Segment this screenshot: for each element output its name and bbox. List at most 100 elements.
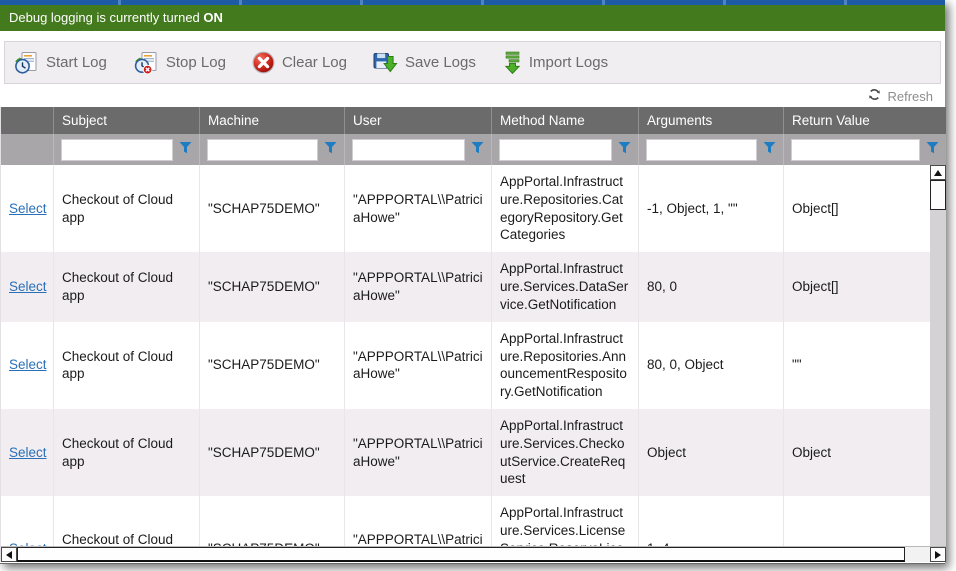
vertical-scrollbar[interactable]: [930, 165, 946, 546]
select-link[interactable]: Select: [9, 444, 47, 462]
user-cell: "APPPORTAL\\PatriciaHowe": [345, 322, 492, 409]
method-name-cell: AppPortal.Infrastructure.Repositories.Ca…: [492, 165, 639, 252]
save-logs-icon: [373, 51, 398, 74]
scroll-left-arrow-icon: [6, 551, 12, 559]
clear-log-button[interactable]: Clear Log: [252, 51, 347, 74]
horizontal-scroll-thumb[interactable]: [17, 547, 905, 562]
filter-funnel-icon[interactable]: [926, 141, 939, 159]
machine-cell: "SCHAP75DEMO": [200, 322, 345, 409]
toolbar: Start Log: [4, 41, 941, 84]
subject-cell: Checkout of Cloud app: [54, 252, 200, 321]
subject-cell: Checkout of Cloud app: [54, 165, 200, 252]
header-machine[interactable]: Machine: [200, 107, 345, 134]
status-banner-text: Debug logging is currently turned: [9, 10, 203, 25]
scroll-up-button[interactable]: [930, 165, 946, 180]
refresh-label: Refresh: [887, 89, 933, 104]
select-link[interactable]: Select: [9, 278, 47, 296]
arguments-cell: -1, Object, 1, "": [639, 165, 784, 252]
refresh-button[interactable]: Refresh: [868, 88, 933, 104]
user-cell: "APPPORTAL\\PatriciaHowe": [345, 165, 492, 252]
vertical-scroll-thumb[interactable]: [930, 180, 946, 210]
refresh-icon: [868, 88, 881, 104]
grid-filter-row: [1, 134, 946, 165]
filter-input-return-value[interactable]: [791, 139, 920, 161]
scroll-right-arrow-icon: [935, 551, 941, 559]
filter-cell-empty: [1, 134, 54, 165]
table-row: Select Checkout of Cloud app "SCHAP75DEM…: [1, 252, 930, 321]
filter-cell-method-name: [492, 134, 639, 165]
arguments-cell: 80, 0: [639, 252, 784, 321]
header-return-value[interactable]: Return Value: [784, 107, 946, 134]
select-link[interactable]: Select: [9, 540, 47, 546]
machine-cell: "SCHAP75DEMO": [200, 409, 345, 496]
stop-log-icon: [133, 51, 159, 75]
start-log-label: Start Log: [46, 54, 107, 71]
header-subject[interactable]: Subject: [54, 107, 200, 134]
method-name-cell: AppPortal.Infrastructure.Services.Licens…: [492, 496, 639, 546]
filter-cell-arguments: [639, 134, 784, 165]
filter-funnel-icon[interactable]: [763, 141, 776, 159]
arguments-cell: 1, 4: [639, 496, 784, 546]
method-name-cell: AppPortal.Infrastructure.Services.DataSe…: [492, 252, 639, 321]
filter-funnel-icon[interactable]: [618, 141, 631, 159]
filter-cell-user: [345, 134, 492, 165]
filter-funnel-icon[interactable]: [179, 141, 192, 159]
header-arguments[interactable]: Arguments: [639, 107, 784, 134]
save-logs-label: Save Logs: [405, 54, 476, 71]
horizontal-scrollbar[interactable]: [1, 546, 946, 562]
filter-cell-return-value: [784, 134, 946, 165]
clear-log-icon: [252, 51, 275, 74]
header-select: [1, 107, 54, 134]
horizontal-scroll-track[interactable]: [905, 547, 930, 562]
header-method-name[interactable]: Method Name: [492, 107, 639, 134]
grid-header-row: Subject Machine User Method Name Argumen…: [1, 107, 946, 134]
return-value-cell: "": [784, 322, 930, 409]
stop-log-label: Stop Log: [166, 54, 226, 71]
table-row: Select Checkout of Cloud app "SCHAP75DEM…: [1, 496, 930, 546]
filter-input-user[interactable]: [352, 139, 465, 161]
return-value-cell: Object: [784, 409, 930, 496]
filter-cell-machine: [200, 134, 345, 165]
import-logs-button[interactable]: Import Logs: [502, 51, 608, 74]
subject-cell: Checkout of Cloud app: [54, 496, 200, 546]
user-cell: "APPPORTAL\\PatriciaHowe": [345, 409, 492, 496]
return-value-cell: Object[]: [784, 252, 930, 321]
header-user[interactable]: User: [345, 107, 492, 134]
grid-rows: Select Checkout of Cloud app "SCHAP75DEM…: [1, 165, 930, 546]
status-banner-state: ON: [203, 10, 223, 25]
scroll-up-arrow-icon: [934, 170, 942, 176]
clear-log-label: Clear Log: [282, 54, 347, 71]
scroll-right-button[interactable]: [930, 547, 946, 562]
filter-input-arguments[interactable]: [646, 139, 757, 161]
stop-log-button[interactable]: Stop Log: [133, 51, 226, 75]
start-log-icon: [13, 51, 39, 75]
machine-cell: "SCHAP75DEMO": [200, 165, 345, 252]
user-cell: "APPPORTAL\\PatriciaHowe": [345, 252, 492, 321]
save-logs-button[interactable]: Save Logs: [373, 51, 476, 74]
arguments-cell: Object: [639, 409, 784, 496]
machine-cell: "SCHAP75DEMO": [200, 496, 345, 546]
table-row: Select Checkout of Cloud app "SCHAP75DEM…: [1, 409, 930, 496]
filter-funnel-icon[interactable]: [324, 141, 337, 159]
method-name-cell: AppPortal.Infrastructure.Services.Checko…: [492, 409, 639, 496]
scroll-left-button[interactable]: [1, 547, 17, 562]
filter-input-subject[interactable]: [61, 139, 173, 161]
filter-funnel-icon[interactable]: [471, 141, 484, 159]
select-link[interactable]: Select: [9, 200, 47, 218]
import-logs-icon: [502, 51, 522, 74]
status-banner: Debug logging is currently turned ON: [0, 5, 945, 31]
log-grid: Subject Machine User Method Name Argumen…: [0, 107, 945, 562]
table-row: Select Checkout of Cloud app "SCHAP75DEM…: [1, 322, 930, 409]
subject-cell: Checkout of Cloud app: [54, 322, 200, 409]
filter-input-machine[interactable]: [207, 139, 318, 161]
return-value-cell: [784, 496, 930, 546]
filter-input-method-name[interactable]: [499, 139, 612, 161]
import-logs-label: Import Logs: [529, 54, 608, 71]
debug-log-dialog: Debug logging is currently turned ON: [0, 0, 945, 564]
filter-cell-subject: [54, 134, 200, 165]
arguments-cell: 80, 0, Object: [639, 322, 784, 409]
start-log-button[interactable]: Start Log: [13, 51, 107, 75]
return-value-cell: Object[]: [784, 165, 930, 252]
method-name-cell: AppPortal.Infrastructure.Repositories.An…: [492, 322, 639, 409]
select-link[interactable]: Select: [9, 356, 47, 374]
